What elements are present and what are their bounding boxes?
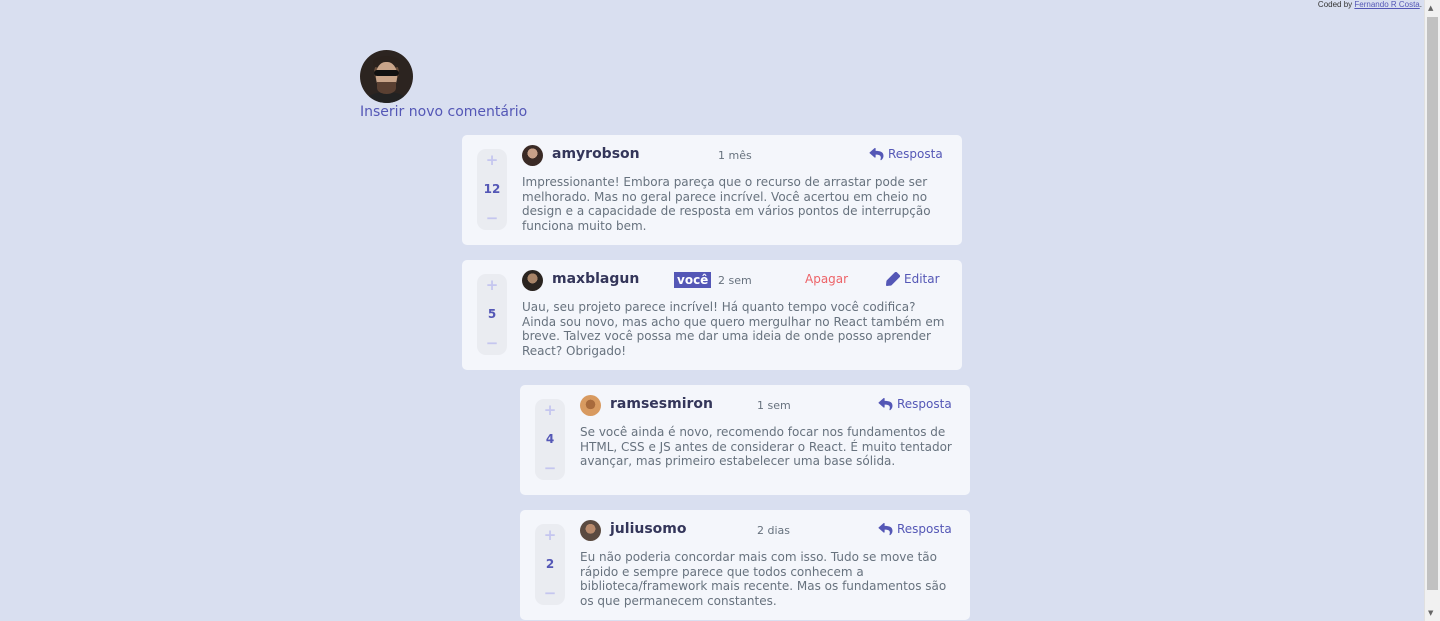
- vote-control: + 4 −: [535, 399, 565, 480]
- delete-label: Apagar: [805, 272, 849, 286]
- avatar: [580, 520, 601, 541]
- upvote-button[interactable]: +: [486, 277, 499, 293]
- score-value: 5: [487, 307, 497, 321]
- comment-text: Impressionante! Embora pareça que o recu…: [522, 175, 931, 233]
- avatar: [522, 270, 543, 291]
- reply-label: Resposta: [897, 397, 952, 411]
- scroll-down-icon[interactable]: ▼: [1428, 609, 1433, 617]
- scrollbar-thumb[interactable]: [1427, 17, 1438, 590]
- username: ramsesmiron: [610, 396, 713, 412]
- username: juliusomo: [610, 521, 687, 537]
- downvote-button[interactable]: −: [486, 210, 499, 226]
- downvote-button[interactable]: −: [486, 335, 499, 351]
- vote-control: + 12 −: [477, 149, 507, 230]
- reply-button[interactable]: Resposta: [878, 397, 952, 411]
- delete-button[interactable]: Apagar: [805, 272, 848, 286]
- username: amyrobson: [552, 146, 640, 162]
- upvote-button[interactable]: +: [544, 402, 557, 418]
- pencil-icon: [886, 272, 900, 286]
- comment-text: Se você ainda é novo, recomendo focar no…: [580, 425, 952, 468]
- vote-control: + 5 −: [477, 274, 507, 355]
- vote-control: + 2 −: [535, 524, 565, 605]
- timestamp: 2 sem: [718, 274, 752, 287]
- reply-button[interactable]: Resposta: [878, 522, 952, 536]
- insert-comment-link[interactable]: Inserir novo comentário: [360, 104, 527, 120]
- score-value: 4: [545, 432, 555, 446]
- comment-card: + 5 − maxblagun você 2 sem Apagar Editar…: [462, 260, 962, 370]
- credit-suffix: .: [1419, 0, 1422, 9]
- score-value: 2: [545, 557, 555, 571]
- timestamp: 1 mês: [718, 149, 752, 162]
- avatar: [580, 395, 601, 416]
- upvote-button[interactable]: +: [544, 527, 557, 543]
- comment-text: Eu não poderia concordar mais com isso. …: [580, 550, 947, 608]
- comment-text: Uau, seu projeto parece incrível! Há qua…: [522, 300, 945, 358]
- credit-line: Coded by Fernando R Costa.: [1318, 0, 1422, 9]
- reply-icon: [869, 147, 884, 160]
- credit-author-link[interactable]: Fernando R Costa: [1354, 0, 1419, 9]
- downvote-button[interactable]: −: [544, 460, 557, 476]
- reply-card: + 4 − ramsesmiron 1 sem Resposta Se você…: [520, 385, 970, 495]
- upvote-button[interactable]: +: [486, 152, 499, 168]
- you-badge: você: [674, 272, 712, 288]
- downvote-button[interactable]: −: [544, 585, 557, 601]
- score-value: 12: [483, 182, 501, 196]
- edit-label: Editar: [904, 272, 940, 286]
- avatar: [522, 145, 543, 166]
- timestamp: 1 sem: [757, 399, 791, 412]
- comment-card: + 12 − amyrobson 1 mês Resposta Impressi…: [462, 135, 962, 245]
- username: maxblagun: [552, 271, 640, 287]
- edit-button[interactable]: Editar: [886, 272, 940, 286]
- reply-button[interactable]: Resposta: [869, 147, 943, 161]
- vertical-scrollbar[interactable]: ▲ ▼: [1424, 0, 1440, 621]
- credit-prefix: Coded by: [1317, 0, 1355, 9]
- timestamp: 2 dias: [757, 524, 791, 537]
- reply-icon: [878, 522, 893, 535]
- scroll-up-icon[interactable]: ▲: [1428, 4, 1433, 12]
- reply-card: + 2 − juliusomo 2 dias Resposta Eu não p…: [520, 510, 970, 620]
- reply-label: Resposta: [897, 522, 952, 536]
- reply-icon: [878, 397, 893, 410]
- current-user-avatar[interactable]: [360, 50, 413, 103]
- reply-label: Resposta: [888, 147, 943, 161]
